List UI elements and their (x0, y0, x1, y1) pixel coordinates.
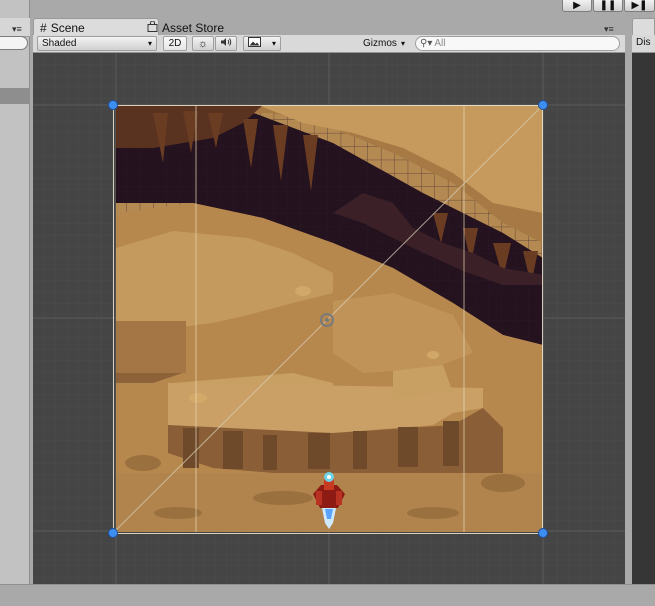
image-icon (248, 37, 261, 50)
speaker-icon (220, 37, 232, 50)
search-icon: ⚲▾ (420, 38, 433, 49)
right-panel-tab-label: Dis (636, 37, 651, 48)
handle-bottom-right[interactable] (538, 528, 548, 538)
search-placeholder: All (434, 38, 446, 49)
dropdown-arrow-icon: ▾ (400, 39, 405, 48)
tab-scene-label: Scene (50, 21, 85, 35)
handle-top-left[interactable] (108, 100, 118, 110)
handle-bottom-left[interactable] (108, 528, 118, 538)
right-panel-body (632, 53, 655, 584)
grid-icon: # (40, 21, 47, 35)
unity-editor-window: ▶ ❚❚ ▶❚ ▾≡ # Scene Asset Store ▾≡ Shaded… (0, 0, 655, 606)
dropdown-arrow-icon: ▾ (271, 39, 276, 48)
scene-audio-toggle[interactable] (215, 36, 237, 51)
2d-mode-label: 2D (168, 38, 182, 49)
2d-mode-toggle[interactable]: 2D (163, 36, 187, 51)
draw-mode-dropdown[interactable]: Shaded ▾ (37, 36, 157, 51)
shopping-bag-icon (147, 20, 158, 35)
gizmos-label: Gizmos (363, 38, 397, 49)
pause-icon: ❚❚ (599, 0, 617, 11)
play-button[interactable]: ▶ (562, 0, 592, 12)
draw-mode-label: Shaded (42, 38, 77, 49)
scene-panel-menu-icon[interactable]: ▾≡ (604, 24, 614, 35)
hierarchy-menu-icon[interactable]: ▾≡ (12, 24, 22, 35)
scene-canvas[interactable] (33, 53, 625, 584)
scene-effects-dropdown[interactable]: ▾ (243, 36, 281, 51)
sun-icon: ☼ (197, 37, 209, 50)
step-button[interactable]: ▶❚ (624, 0, 655, 12)
right-panel-toolbar: Dis (632, 35, 655, 53)
handle-top-right[interactable] (538, 100, 548, 110)
scene-toolbar: Shaded ▾ 2D ☼ ▾ Gizmos ▾ ⚲▾ All (33, 35, 625, 53)
scene-search-input[interactable]: ⚲▾ All (415, 36, 620, 51)
play-icon: ▶ (573, 0, 581, 11)
tab-asset-store-label: Asset Store (162, 21, 225, 35)
gizmos-dropdown[interactable]: Gizmos ▾ (359, 36, 409, 51)
step-icon: ▶❚ (631, 0, 648, 11)
hierarchy-search-input[interactable] (0, 36, 28, 50)
scene-lighting-toggle[interactable]: ☼ (192, 36, 214, 51)
bottom-bar (0, 584, 655, 606)
scene-viewport[interactable] (33, 53, 625, 584)
pause-button[interactable]: ❚❚ (593, 0, 623, 12)
hierarchy-selected-row[interactable] (0, 88, 30, 104)
dropdown-arrow-icon: ▾ (147, 39, 152, 48)
